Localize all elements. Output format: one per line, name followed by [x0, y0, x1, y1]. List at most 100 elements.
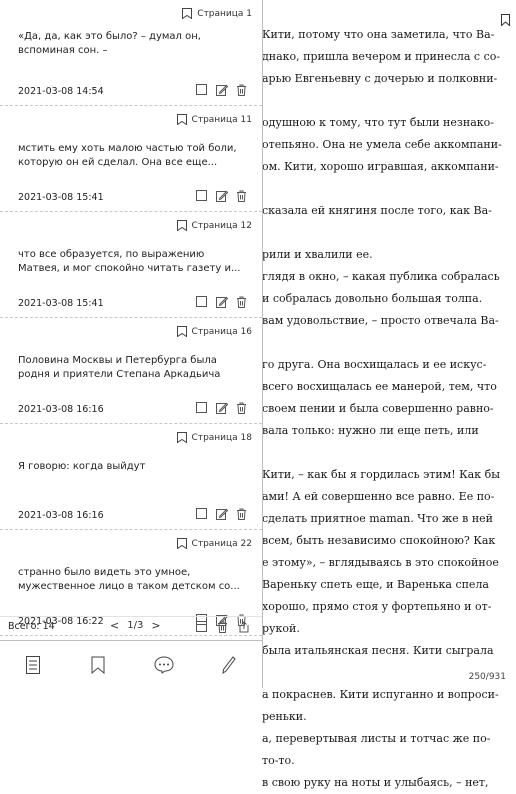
bookmark-actions [196, 190, 248, 202]
bookmark-page-tag[interactable]: Страница 12 [176, 220, 252, 232]
reader-line [262, 90, 502, 112]
bookmark-page-tag[interactable]: Страница 16 [176, 326, 252, 338]
page-counter: 250/931 [468, 672, 506, 682]
bookmark-actions [196, 296, 248, 308]
bookmark-actions [196, 84, 248, 96]
reader-line: сделать приятное maman. Что же в ней [262, 512, 493, 525]
edit-icon[interactable] [216, 402, 228, 414]
reader-line: одушною к тому, что тут были незнако- [262, 116, 494, 129]
edit-icon[interactable] [216, 190, 228, 202]
edit-icon[interactable] [216, 84, 228, 96]
bookmark-page-label: Страница 18 [191, 433, 252, 443]
bookmark-excerpt[interactable]: мстить ему хоть малою частью той боли, к… [18, 142, 248, 170]
select-all-icon[interactable] [196, 621, 208, 633]
checkbox-icon[interactable] [196, 296, 208, 308]
bookmark-page-tag[interactable]: Страница 1 [182, 8, 252, 20]
next-page-button[interactable]: > [151, 619, 160, 632]
edit-icon[interactable] [216, 296, 228, 308]
bookmark-excerpt[interactable]: странно было видеть это умное, мужествен… [18, 566, 248, 594]
reader-line: реньки. [262, 710, 307, 723]
reader-text: Кити, потому что она заметила, что Ва-дн… [262, 24, 502, 794]
list-icon [25, 656, 40, 674]
bookmarks-tab[interactable] [87, 654, 109, 676]
reader-line: всего восхищалась ее манерой, тем, что [262, 380, 497, 393]
bookmark-corner-icon[interactable] [501, 14, 510, 26]
reader-line: глядя в окно, – какая публика собралась [262, 270, 500, 283]
bookmark-excerpt[interactable]: Я говорю: когда выйдут [18, 460, 248, 474]
reader-line: арью Евгеньевну с дочерью и полковни- [262, 72, 498, 85]
reader-line: ами! А ей совершенно все равно. Ее по- [262, 490, 495, 503]
bookmark-icon [91, 656, 105, 674]
reader-line: е этому», – вглядываясь в это спокойное [262, 556, 499, 569]
bookmark-entry[interactable]: Страница 12 что все образуется, по выраже… [0, 212, 262, 318]
reader-line [262, 442, 502, 464]
bookmark-entry[interactable]: Страница 16 Половина Москвы и Петербурга … [0, 318, 262, 424]
bookmark-entry[interactable]: Страница 11 мстить ему хоть малою частью … [0, 106, 262, 212]
reader-line: и собралась довольно большая толпа. [262, 292, 483, 305]
delete-icon[interactable] [236, 402, 248, 414]
reader-line: своем пении и была совершенно равно- [262, 402, 494, 415]
reader-line: ом. Кити, хорошо игравшая, аккомпани- [262, 160, 499, 173]
reader-line: хорошо, прямо стоя у фортепьяно и от- [262, 600, 492, 613]
bookmark-actions [196, 402, 248, 414]
delete-icon[interactable] [236, 84, 248, 96]
bookmark-entry[interactable]: Страница 1 «Да, да, как это было? – думал… [0, 0, 262, 106]
bookmark-page-label: Страница 1 [197, 9, 252, 19]
bookmark-icon [182, 8, 194, 20]
reader-line: в свою руку на ноты и улыбаясь, – нет, [262, 776, 489, 789]
reader-line: вала только: нужно ли еще петь, или [262, 424, 479, 437]
bookmark-page-label: Страница 12 [191, 221, 252, 231]
delete-icon[interactable] [236, 190, 248, 202]
reader-line: всем, быть независимо спокойною? Как [262, 534, 496, 547]
reader-line: рукой. [262, 622, 300, 635]
bookmark-page-tag[interactable]: Страница 11 [176, 114, 252, 126]
bookmark-page-label: Страница 16 [191, 327, 252, 337]
reader-line [262, 178, 502, 200]
pencil-icon [222, 656, 236, 674]
reader-line [262, 662, 502, 684]
bookmark-actions [196, 508, 248, 520]
reader-line [262, 222, 502, 244]
bookmark-page-tag[interactable]: Страница 22 [176, 538, 252, 550]
contents-tab[interactable] [22, 654, 44, 676]
footer-tools [196, 621, 250, 633]
bookmark-icon [176, 114, 189, 126]
bookmark-page-tag[interactable]: Страница 18 [176, 432, 252, 444]
bookmark-entry[interactable]: Страница 18 Я говорю: когда выйдут 2021-03… [0, 424, 262, 530]
bookmark-icon [176, 326, 189, 338]
reader-line: а, перевертывая листы и тотчас же по- [262, 732, 491, 745]
reader-line [262, 332, 502, 354]
notes-tab[interactable] [153, 654, 175, 676]
checkbox-icon[interactable] [196, 402, 208, 414]
reader-line: Кити, потому что она заметила, что Ва- [262, 28, 495, 41]
prev-page-button[interactable]: < [110, 619, 119, 632]
delete-icon[interactable] [236, 508, 248, 520]
bookmark-excerpt[interactable]: Половина Москвы и Петербурга была родня … [18, 354, 248, 382]
reader-line: рили и хвалили ее. [262, 248, 373, 261]
page-indicator: 1/3 [127, 620, 144, 631]
reader-line: была итальянская песня. Кити сыграла [262, 644, 494, 657]
edit-icon[interactable] [216, 508, 228, 520]
total-count: Всего: 14 [8, 621, 55, 632]
pagination: < 1/3 > [110, 619, 161, 632]
bookmark-date: 2021-03-08 14:54 [18, 86, 104, 97]
delete-all-icon[interactable] [217, 621, 229, 633]
bookmark-excerpt[interactable]: что все образуется, по выражению Матвея,… [18, 248, 248, 276]
bookmark-icon [176, 432, 189, 444]
panel-footer: Всего: 14 < 1/3 > [0, 616, 262, 637]
checkbox-icon[interactable] [196, 84, 208, 96]
reader-line: днако, пришла вечером и принесла с со- [262, 50, 501, 63]
annotations-tab[interactable] [218, 654, 240, 676]
bookmark-date: 2021-03-08 16:16 [18, 510, 104, 521]
bookmark-icon [176, 220, 189, 232]
checkbox-icon[interactable] [196, 508, 208, 520]
checkbox-icon[interactable] [196, 190, 208, 202]
reader-line: Кити, – как бы я гордилась этим! Как бы [262, 468, 500, 481]
bookmark-page-label: Страница 22 [191, 539, 252, 549]
delete-icon[interactable] [236, 296, 248, 308]
bookmark-excerpt[interactable]: «Да, да, как это было? – думал он, вспом… [18, 30, 248, 58]
bookmarks-panel: Страница 1 «Да, да, как это было? – думал… [0, 0, 263, 688]
reader-line: сказала ей княгиня после того, как Ва- [262, 204, 492, 217]
panel-tabbar [0, 640, 262, 689]
export-icon[interactable] [238, 621, 250, 633]
